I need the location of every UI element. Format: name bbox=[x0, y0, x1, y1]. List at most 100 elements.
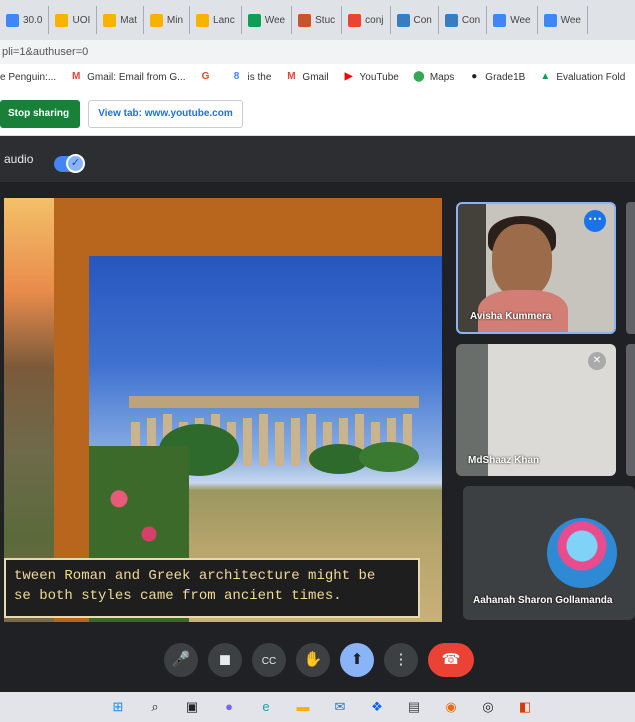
browser-tab[interactable]: Min bbox=[144, 6, 191, 34]
browser-tab[interactable]: Con bbox=[391, 6, 439, 34]
classroom-icon bbox=[298, 13, 312, 27]
bookmark-label: is the bbox=[247, 71, 272, 83]
browser-tab[interactable]: Mat bbox=[97, 6, 144, 34]
browser-tab[interactable]: Con bbox=[439, 6, 488, 34]
participant-name: Aahanah Sharon Gollamanda bbox=[473, 595, 613, 606]
stop-sharing-button[interactable]: Stop sharing bbox=[0, 100, 80, 128]
browser-tab-label: Wee bbox=[510, 14, 531, 26]
bookmark-icon bbox=[149, 13, 163, 27]
gmail-icon: M bbox=[287, 71, 296, 82]
browser-tab-label: conj bbox=[365, 14, 384, 26]
bookmark-item[interactable]: 8 is the bbox=[231, 71, 272, 83]
mail-icon[interactable]: ✉ bbox=[330, 697, 350, 717]
participant-name: MdShaaz Khan bbox=[468, 455, 540, 466]
browser-tab[interactable]: UOI bbox=[49, 6, 98, 34]
bookmark-item[interactable]: ⬤ Maps bbox=[413, 71, 454, 83]
avatar bbox=[547, 518, 617, 588]
microphone-button[interactable]: 🎤 bbox=[164, 643, 198, 677]
end-call-button[interactable]: ☎ bbox=[428, 643, 474, 677]
participant-tile-partial[interactable] bbox=[626, 202, 635, 334]
obs-icon[interactable]: ◎ bbox=[478, 697, 498, 717]
drive-icon: ▲ bbox=[540, 71, 551, 82]
view-tab-button[interactable]: View tab: www.youtube.com bbox=[88, 100, 243, 128]
participant-tile-partial[interactable] bbox=[626, 344, 635, 476]
browser-tab-label: Wee bbox=[560, 14, 581, 26]
file-explorer-icon[interactable]: ▬ bbox=[293, 697, 313, 717]
more-options-icon[interactable]: ⋯ bbox=[584, 210, 606, 232]
google-icon: G bbox=[201, 71, 210, 82]
browser-tab[interactable]: Wee bbox=[487, 6, 538, 34]
bookmark-icon: ● bbox=[471, 71, 478, 82]
address-bar[interactable]: pli=1&authuser=0 bbox=[0, 40, 635, 64]
captions-icon: CC bbox=[261, 656, 277, 667]
bookmark-icon bbox=[103, 13, 117, 27]
check-icon[interactable]: ✓ bbox=[66, 154, 85, 173]
brave-icon[interactable]: ◉ bbox=[441, 697, 461, 717]
mic-off-icon: ✕ bbox=[588, 352, 606, 370]
browser-tab[interactable]: Lanc bbox=[190, 6, 242, 34]
end-call-icon: ☎ bbox=[441, 651, 461, 668]
temple-column bbox=[259, 414, 268, 466]
camera-icon: ◼ bbox=[218, 651, 232, 668]
bookmark-item[interactable]: M Gmail: Email from G... bbox=[70, 71, 186, 83]
chat-icon[interactable]: ● bbox=[219, 697, 239, 717]
search-icon[interactable]: ⌕ bbox=[145, 697, 165, 717]
browser-tab[interactable]: 30.0 bbox=[0, 6, 50, 34]
browser-tab[interactable]: Stuc bbox=[292, 6, 343, 34]
bookmark-label: Gmail bbox=[302, 71, 329, 83]
page-icon bbox=[444, 13, 458, 27]
docs-icon bbox=[543, 13, 557, 27]
store-icon[interactable]: ▤ bbox=[404, 697, 424, 717]
screen-share-bar: Stop sharing View tab: www.youtube.com bbox=[0, 90, 635, 136]
drive-icon bbox=[247, 13, 261, 27]
participant-tile[interactable]: Aahanah Sharon Gollamanda bbox=[463, 486, 635, 620]
browser-tab-label: Min bbox=[166, 14, 184, 26]
windows-taskbar: ⊞ ⌕ ▣ ● e ▬ ✉ ❖ ▤ ◉ ◎ ◧ bbox=[0, 692, 635, 722]
windows-icon[interactable]: ⊞ bbox=[108, 697, 128, 717]
raise-hand-button[interactable]: ✋ bbox=[296, 643, 330, 677]
page-icon bbox=[396, 13, 410, 27]
raise-hand-icon: ✋ bbox=[303, 651, 323, 668]
gmail-icon: M bbox=[71, 71, 81, 82]
office-icon[interactable]: ◧ bbox=[515, 697, 535, 717]
task-view-icon[interactable]: ▣ bbox=[182, 697, 202, 717]
more-options-button[interactable]: ⋮ bbox=[384, 643, 418, 677]
bookmark-item[interactable]: ▶ YouTube bbox=[343, 71, 399, 83]
bookmark-item[interactable]: ▲ Evaluation Fold bbox=[539, 71, 625, 83]
camera-button[interactable]: ◼ bbox=[208, 643, 242, 677]
bookmark-item[interactable]: M Gmail bbox=[285, 71, 328, 83]
edge-icon[interactable]: e bbox=[256, 697, 276, 717]
present-button[interactable]: ⬆ bbox=[340, 643, 374, 677]
captions-button[interactable]: CC bbox=[252, 643, 286, 677]
call-controls: 🎤 ◼ CC ✋ ⬆ ⋮ ☎ bbox=[0, 632, 635, 688]
browser-tab-label: Con bbox=[461, 14, 481, 26]
browser-tab-label: Stuc bbox=[315, 14, 336, 26]
bookmark-label: Grade1B bbox=[485, 71, 526, 83]
bookmark-label: YouTube bbox=[359, 71, 399, 83]
bookmark-label: Gmail: Email from G... bbox=[87, 71, 186, 83]
docs-icon bbox=[6, 13, 19, 27]
browser-tab-label: Con bbox=[413, 14, 432, 26]
audio-label: audio bbox=[4, 152, 34, 166]
temple-column bbox=[243, 418, 252, 466]
bush bbox=[359, 442, 419, 472]
participant-tile[interactable]: ✕ MdShaaz Khan bbox=[456, 344, 616, 476]
audio-bar: audio ✓ bbox=[0, 136, 635, 182]
caption-line-2: se both styles came from ancient times. bbox=[14, 588, 342, 604]
bookmark-item[interactable]: ● Grade1B bbox=[468, 71, 525, 83]
temple-column bbox=[275, 422, 284, 466]
bookmark-item[interactable]: G bbox=[200, 71, 217, 83]
dropbox-icon[interactable]: ❖ bbox=[367, 697, 387, 717]
browser-tab[interactable]: conj bbox=[342, 6, 391, 34]
caption-box: tween Roman and Greek architecture might… bbox=[4, 558, 420, 618]
browser-tab-strip: 30.0 UOI Mat Min Lanc Wee Stuc conj Con Con Wee Wee bbox=[0, 0, 635, 40]
maps-icon: ⬤ bbox=[413, 71, 425, 82]
browser-tab[interactable]: Wee bbox=[242, 6, 293, 34]
bookmark-item[interactable]: e Penguin:... bbox=[0, 72, 56, 83]
browser-tab[interactable]: Wee bbox=[538, 6, 588, 34]
google-icon bbox=[348, 13, 362, 27]
browser-tab-label: UOI bbox=[72, 14, 91, 26]
microphone-icon: 🎤 bbox=[171, 651, 191, 668]
participant-tile[interactable]: ⋯ Avisha Kummera bbox=[456, 202, 616, 334]
bookmark-icon bbox=[196, 13, 210, 27]
